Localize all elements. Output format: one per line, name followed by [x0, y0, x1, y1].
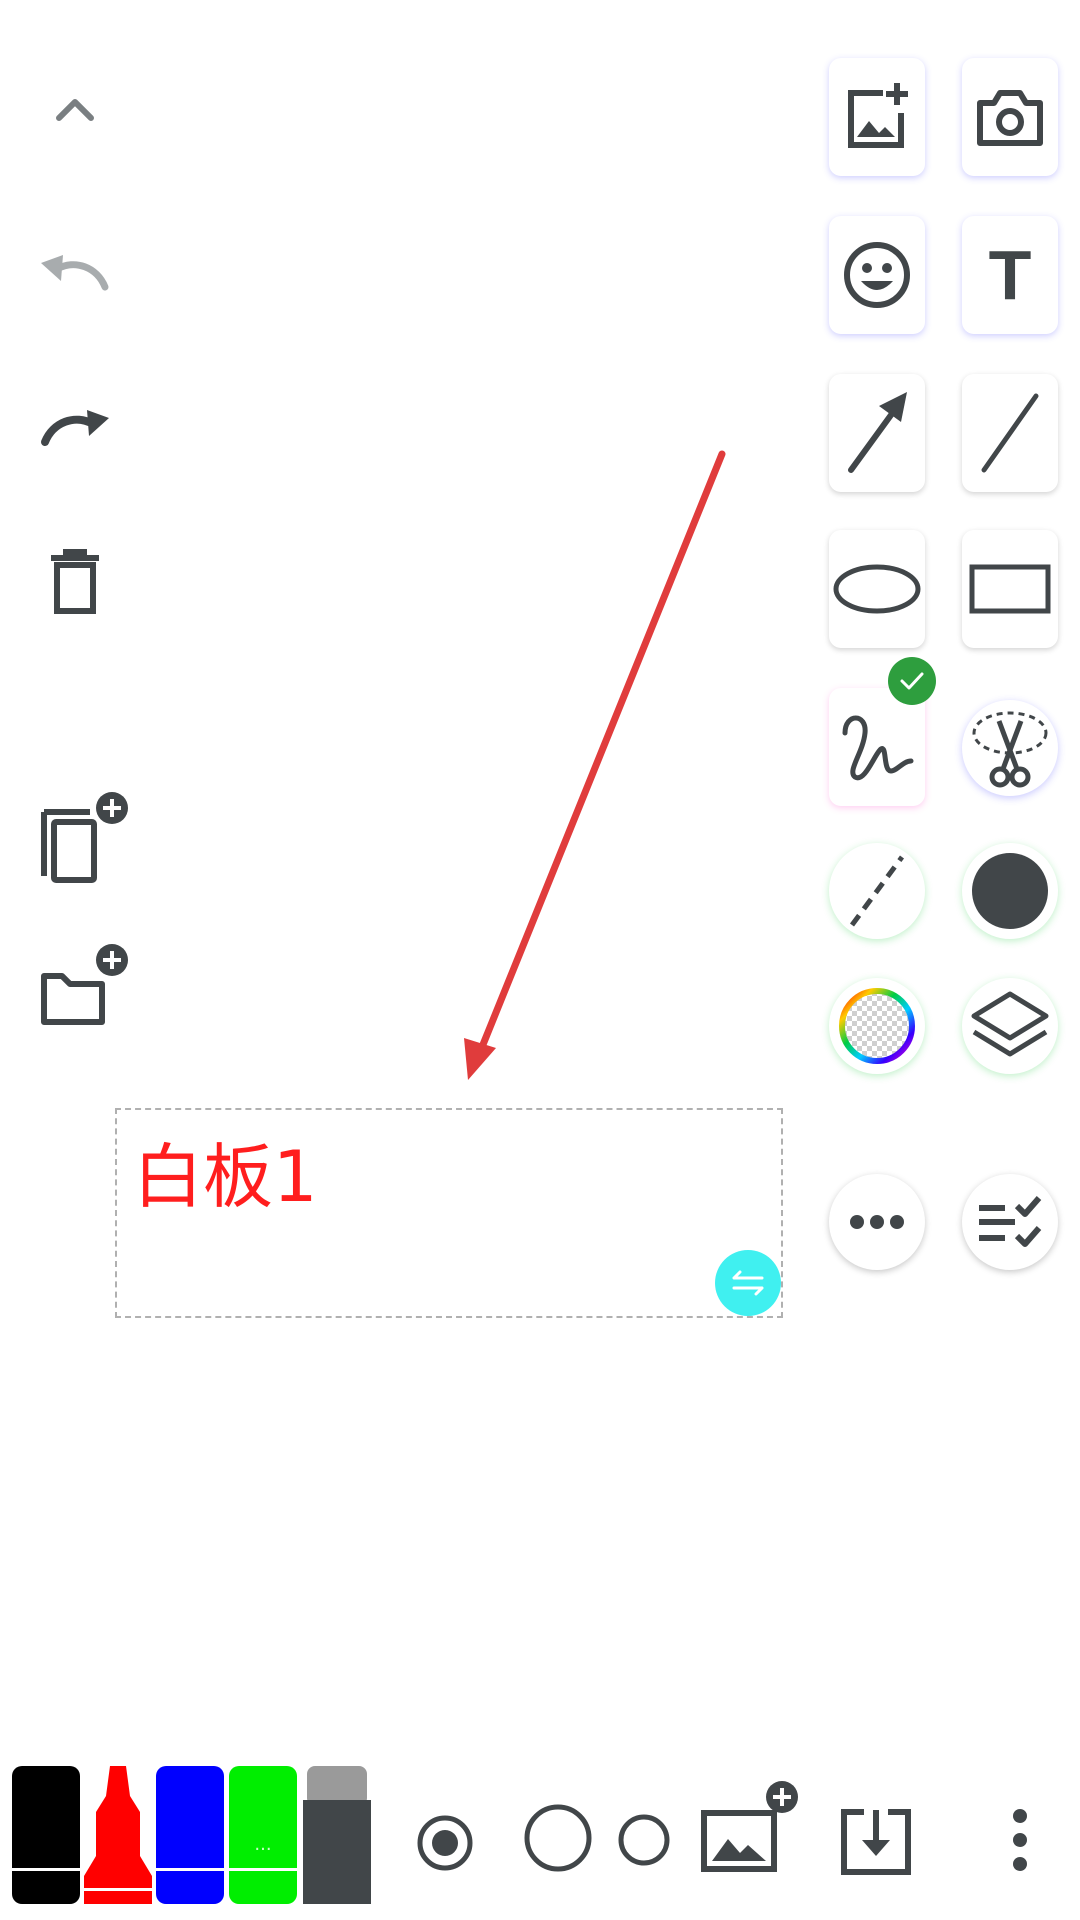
- swap-handle[interactable]: [715, 1250, 781, 1316]
- add-page-button[interactable]: [30, 790, 140, 890]
- eraser[interactable]: [303, 1766, 371, 1904]
- fill-color-icon: [972, 853, 1048, 929]
- textbox-text: 白板1: [133, 1136, 318, 1218]
- trash-icon: [51, 549, 99, 614]
- rectangle-tool-button[interactable]: [962, 530, 1058, 648]
- freehand-tool-button[interactable]: [829, 688, 925, 806]
- save-icon: [841, 1809, 911, 1875]
- arrow-annotation[interactable]: [440, 440, 740, 1090]
- rectangle-icon: [969, 564, 1051, 614]
- arrow-tool-button[interactable]: [829, 374, 925, 492]
- dash-style-button[interactable]: [829, 843, 925, 939]
- selected-badge: [888, 657, 936, 705]
- camera-icon: [977, 90, 1043, 146]
- circle-small-icon: [618, 1814, 670, 1866]
- undo-button[interactable]: [30, 225, 120, 315]
- text-icon: T: [988, 236, 1032, 314]
- redo-button[interactable]: [30, 380, 120, 470]
- save-button[interactable]: [836, 1802, 916, 1882]
- emoji-icon: [844, 242, 910, 308]
- circle-large-icon: [524, 1804, 592, 1872]
- eraser-icon: [303, 1766, 371, 1904]
- background-image-button[interactable]: [696, 1775, 806, 1885]
- line-icon: [981, 393, 1039, 473]
- text-button[interactable]: T: [962, 216, 1058, 334]
- stroke-size-large[interactable]: [522, 1802, 594, 1874]
- more-icon: [850, 1215, 904, 1229]
- lasso-cut-button[interactable]: [962, 700, 1058, 796]
- blue-marker-icon: [156, 1766, 224, 1904]
- black-marker-icon: [12, 1766, 80, 1904]
- add-image-button[interactable]: [829, 58, 925, 176]
- radio-selected-icon: [417, 1815, 473, 1871]
- fill-color-button[interactable]: [962, 843, 1058, 939]
- delete-button[interactable]: [30, 535, 120, 625]
- layers-button[interactable]: [962, 978, 1058, 1074]
- swap-arrows-icon: [732, 1270, 764, 1296]
- color-wheel-button[interactable]: [829, 978, 925, 1074]
- ellipse-tool-button[interactable]: [829, 530, 925, 648]
- green-marker-label: ...: [254, 1834, 272, 1855]
- layers-icon: [971, 991, 1049, 1057]
- add-folder-button[interactable]: [30, 940, 140, 1040]
- collapse-button[interactable]: [30, 65, 120, 155]
- color-wheel-icon: [839, 988, 915, 1064]
- camera-button[interactable]: [962, 58, 1058, 176]
- chevron-up-icon: [56, 99, 94, 121]
- copy-add-icon: [41, 792, 128, 883]
- emoji-button[interactable]: [829, 216, 925, 334]
- text-box[interactable]: 白板1: [115, 1108, 783, 1318]
- add-image-icon: [848, 83, 908, 148]
- blue-marker[interactable]: [156, 1766, 224, 1904]
- more-options-button[interactable]: [829, 1174, 925, 1270]
- background-image-icon: [701, 1781, 798, 1872]
- folder-add-icon: [41, 944, 128, 1025]
- freehand-icon: [842, 715, 914, 781]
- arrow-icon: [848, 392, 907, 473]
- checkmark-icon: [900, 672, 924, 690]
- dash-style-icon: [849, 855, 905, 927]
- green-marker[interactable]: ...: [229, 1766, 297, 1904]
- overflow-menu-icon: [1013, 1809, 1027, 1871]
- black-marker[interactable]: [12, 1766, 80, 1904]
- red-marker-icon: [84, 1766, 152, 1904]
- stroke-size-selected[interactable]: [412, 1810, 478, 1876]
- lasso-cut-icon: [972, 711, 1048, 788]
- ellipse-icon: [833, 564, 921, 614]
- undo-icon: [41, 255, 109, 291]
- red-marker[interactable]: [84, 1766, 152, 1904]
- redo-icon: [41, 410, 109, 446]
- overflow-menu-button[interactable]: [990, 1800, 1050, 1880]
- stroke-size-small[interactable]: [616, 1812, 672, 1868]
- checklist-icon: [979, 1196, 1042, 1247]
- line-tool-button[interactable]: [962, 374, 1058, 492]
- checklist-button[interactable]: [962, 1174, 1058, 1270]
